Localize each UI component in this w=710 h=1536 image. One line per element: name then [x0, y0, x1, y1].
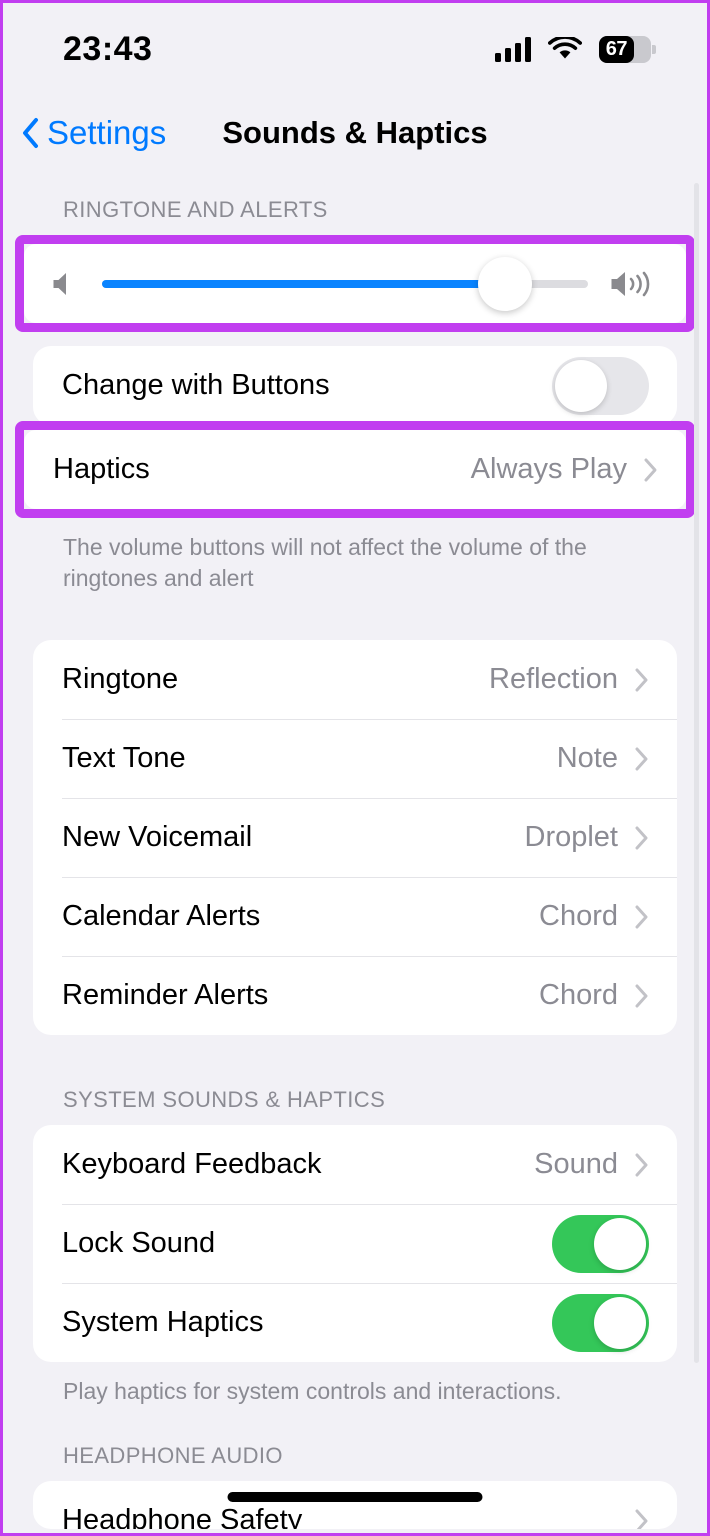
lock-sound-toggle[interactable]: [552, 1214, 649, 1273]
card-system-sounds: Keyboard Feedback Sound Lock Sound Syste…: [33, 1125, 677, 1363]
chevron-right-icon: [634, 1152, 649, 1178]
highlight-box-volume-slider: [15, 235, 695, 332]
haptics-value: Always Play: [470, 453, 627, 485]
section-header-system-sounds: SYSTEM SOUNDS & HAPTICS: [63, 1087, 386, 1113]
battery-percent-label: 67: [605, 37, 628, 60]
text-tone-label: Text Tone: [62, 742, 186, 775]
calendar-alerts-label: Calendar Alerts: [62, 900, 261, 933]
row-system-haptics[interactable]: System Haptics: [33, 1283, 677, 1362]
change-with-buttons-toggle[interactable]: [552, 356, 649, 415]
row-lock-sound[interactable]: Lock Sound: [33, 1204, 677, 1283]
home-indicator[interactable]: [227, 1492, 483, 1502]
row-change-with-buttons[interactable]: Change with Buttons: [33, 346, 677, 425]
chevron-left-icon: [21, 117, 39, 149]
back-button[interactable]: Settings: [21, 114, 166, 152]
row-ringtone[interactable]: Ringtone Reflection: [33, 640, 677, 719]
volume-slider-thumb[interactable]: [478, 256, 533, 311]
section-footer-ringtone-and-alerts: The volume buttons will not affect the v…: [63, 534, 587, 592]
system-haptics-toggle[interactable]: [552, 1293, 649, 1352]
section-header-headphone-audio: HEADPHONE AUDIO: [63, 1443, 283, 1469]
chevron-right-icon: [643, 457, 658, 483]
row-calendar-alerts[interactable]: Calendar Alerts Chord: [33, 877, 677, 956]
section-footer-system-sounds: Play haptics for system controls and int…: [63, 1378, 562, 1405]
row-headphone-safety[interactable]: Headphone Safety: [33, 1481, 677, 1530]
keyboard-feedback-value: Sound: [534, 1148, 618, 1181]
change-with-buttons-label: Change with Buttons: [62, 369, 330, 401]
back-button-label: Settings: [47, 114, 167, 151]
card-haptics: Haptics Always Play: [24, 430, 686, 509]
card-headphone-audio: Headphone Safety: [33, 1481, 677, 1530]
section-header-ringtone-and-alerts: RINGTONE AND ALERTS: [63, 197, 328, 222]
chevron-right-icon: [634, 1508, 649, 1530]
volume-slider[interactable]: [102, 256, 588, 311]
row-reminder-alerts[interactable]: Reminder Alerts Chord: [33, 956, 677, 1035]
volume-slider-fill: [102, 279, 506, 288]
speaker-low-icon: [50, 269, 80, 299]
chevron-right-icon: [634, 983, 649, 1009]
ringtone-value: Reflection: [489, 663, 618, 696]
status-bar-time: 23:43: [63, 29, 153, 68]
system-haptics-label: System Haptics: [62, 1306, 264, 1339]
chevron-right-icon: [634, 667, 649, 693]
row-new-voicemail[interactable]: New Voicemail Droplet: [33, 798, 677, 877]
text-tone-value: Note: [556, 742, 618, 775]
speaker-high-icon: [608, 267, 660, 301]
headphone-safety-label: Headphone Safety: [62, 1504, 303, 1530]
new-voicemail-label: New Voicemail: [62, 821, 253, 854]
ringtone-label: Ringtone: [62, 663, 179, 696]
calendar-alerts-value: Chord: [539, 900, 618, 933]
chevron-right-icon: [634, 825, 649, 851]
row-text-tone[interactable]: Text Tone Note: [33, 719, 677, 798]
cellular-signal-icon: [495, 36, 531, 62]
haptics-label: Haptics: [53, 453, 150, 485]
wifi-icon: [548, 34, 582, 62]
settings-list: RINGTONE AND ALERTS Change with Buttons …: [3, 171, 707, 1530]
status-bar: 23:43 67: [3, 3, 707, 95]
chevron-right-icon: [634, 746, 649, 772]
volume-slider-row[interactable]: [24, 244, 686, 323]
highlight-box-haptics: Haptics Always Play: [15, 421, 695, 518]
chevron-right-icon: [634, 904, 649, 930]
toggle-knob: [594, 1217, 646, 1270]
card-volume-slider: [24, 244, 686, 323]
keyboard-feedback-label: Keyboard Feedback: [62, 1148, 322, 1181]
toggle-knob: [555, 359, 607, 412]
status-bar-indicators: 67: [495, 34, 656, 63]
card-change-with-buttons: Change with Buttons: [33, 346, 677, 425]
vertical-scrollbar[interactable]: [694, 183, 699, 1363]
toggle-knob: [594, 1296, 646, 1349]
battery-icon: 67: [599, 35, 656, 63]
row-keyboard-feedback[interactable]: Keyboard Feedback Sound: [33, 1125, 677, 1204]
new-voicemail-value: Droplet: [524, 821, 619, 854]
reminder-alerts-value: Chord: [539, 979, 618, 1012]
lock-sound-label: Lock Sound: [62, 1227, 216, 1260]
row-haptics[interactable]: Haptics Always Play: [24, 430, 686, 509]
reminder-alerts-label: Reminder Alerts: [62, 979, 269, 1012]
navigation-bar: Settings Sounds & Haptics: [3, 95, 707, 171]
card-tones: Ringtone Reflection Text Tone Note New V…: [33, 640, 677, 1036]
